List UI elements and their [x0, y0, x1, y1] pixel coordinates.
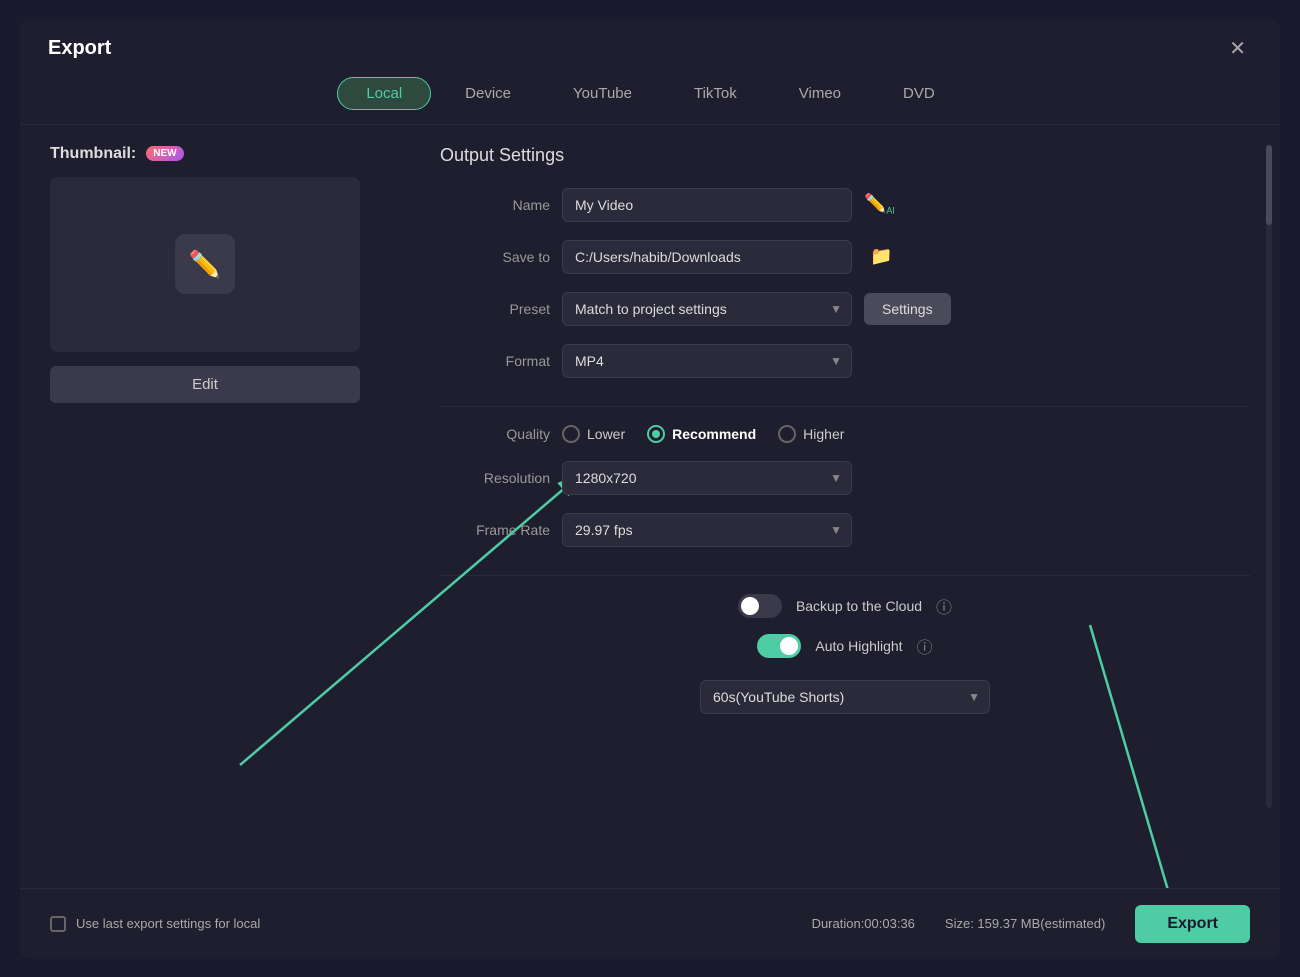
- dialog-title: Export: [48, 37, 111, 60]
- frame-rate-select[interactable]: 29.97 fps: [562, 513, 852, 547]
- close-button[interactable]: ✕: [1223, 37, 1252, 61]
- format-select[interactable]: MP4: [562, 344, 852, 378]
- backup-help-icon[interactable]: ⓘ: [936, 594, 952, 618]
- name-input[interactable]: [562, 188, 852, 222]
- last-settings-checkbox[interactable]: [50, 916, 66, 932]
- quality-higher-option[interactable]: Higher: [778, 425, 844, 443]
- tab-device[interactable]: Device: [437, 77, 539, 110]
- backup-row: Backup to the Cloud ⓘ: [440, 594, 1250, 618]
- divider-1: [440, 406, 1250, 407]
- tab-youtube[interactable]: YouTube: [545, 77, 660, 110]
- edit-button[interactable]: Edit: [50, 366, 360, 403]
- resolution-label: Resolution: [440, 470, 550, 486]
- resolution-select-wrapper: 1280x720 ▼: [562, 461, 852, 495]
- quality-lower-radio[interactable]: [562, 425, 580, 443]
- auto-highlight-row: Auto Highlight ⓘ: [440, 634, 1250, 658]
- frame-rate-row: Frame Rate 29.97 fps ▼: [440, 513, 1250, 547]
- title-bar: Export ✕: [20, 19, 1280, 71]
- format-label: Format: [440, 353, 550, 369]
- auto-highlight-label: Auto Highlight: [815, 638, 902, 654]
- thumbnail-section-label: Thumbnail: NEW: [50, 145, 184, 163]
- resolution-select[interactable]: 1280x720: [562, 461, 852, 495]
- ai-icon[interactable]: ✏️AI: [864, 193, 895, 216]
- folder-button[interactable]: 📁: [870, 246, 892, 267]
- footer: Use last export settings for local Durat…: [20, 888, 1280, 959]
- export-dialog: Export ✕ Local Device YouTube TikTok Vim…: [20, 19, 1280, 959]
- auto-highlight-toggle-knob: [780, 637, 798, 655]
- name-label: Name: [440, 197, 550, 213]
- duration-info: Duration:00:03:36: [812, 916, 915, 931]
- export-button[interactable]: Export: [1135, 905, 1250, 943]
- quality-lower-label: Lower: [587, 426, 625, 442]
- quality-higher-radio[interactable]: [778, 425, 796, 443]
- settings-button[interactable]: Settings: [864, 293, 951, 325]
- tab-local[interactable]: Local: [337, 77, 431, 110]
- divider-2: [440, 575, 1250, 576]
- tab-vimeo[interactable]: Vimeo: [771, 77, 869, 110]
- quality-row: Quality Lower Recommend Higher: [440, 425, 1250, 443]
- preset-row: Preset Match to project settings ▼ Setti…: [440, 292, 1250, 326]
- shorts-select-wrapper: 60s(YouTube Shorts) ▼: [700, 680, 990, 714]
- format-row: Format MP4 ▼: [440, 344, 1250, 378]
- auto-highlight-help-icon[interactable]: ⓘ: [917, 634, 933, 658]
- quality-recommend-option[interactable]: Recommend: [647, 425, 756, 443]
- tab-dvd[interactable]: DVD: [875, 77, 963, 110]
- backup-label: Backup to the Cloud: [796, 598, 922, 614]
- resolution-row: Resolution 1280x720 ▼: [440, 461, 1250, 495]
- tab-bar: Local Device YouTube TikTok Vimeo DVD: [20, 71, 1280, 125]
- frame-rate-select-wrapper: 29.97 fps ▼: [562, 513, 852, 547]
- quality-lower-option[interactable]: Lower: [562, 425, 625, 443]
- last-settings-label: Use last export settings for local: [76, 916, 260, 931]
- shorts-row: 60s(YouTube Shorts) ▼: [440, 680, 1250, 714]
- thumbnail-preview: ✏️: [50, 177, 360, 352]
- new-badge: NEW: [146, 146, 183, 161]
- footer-right: Duration:00:03:36 Size: 159.37 MB(estima…: [812, 905, 1250, 943]
- tab-tiktok[interactable]: TikTok: [666, 77, 765, 110]
- scrollbar-thumb: [1266, 145, 1272, 225]
- output-settings-title: Output Settings: [440, 145, 1250, 166]
- auto-highlight-toggle[interactable]: [757, 634, 801, 658]
- save-to-row: Save to C:/Users/habib/Downloads 📁: [440, 240, 1250, 274]
- quality-higher-label: Higher: [803, 426, 844, 442]
- backup-toggle-knob: [741, 597, 759, 615]
- preset-label: Preset: [440, 301, 550, 317]
- format-select-wrapper: MP4 ▼: [562, 344, 852, 378]
- quality-recommend-radio[interactable]: [647, 425, 665, 443]
- name-row: Name ✏️AI: [440, 188, 1250, 222]
- main-content: Thumbnail: NEW ✏️ Edit Output Settings N…: [20, 125, 1280, 888]
- backup-toggle[interactable]: [738, 594, 782, 618]
- preset-select-wrapper: Match to project settings ▼: [562, 292, 852, 326]
- scrollbar[interactable]: [1266, 145, 1272, 808]
- thumbnail-icon: ✏️: [175, 234, 235, 294]
- quality-label: Quality: [440, 426, 550, 442]
- save-to-input[interactable]: C:/Users/habib/Downloads: [562, 240, 852, 274]
- size-info: Size: 159.37 MB(estimated): [945, 916, 1105, 931]
- right-panel: Output Settings Name ✏️AI Save to C:/Use…: [440, 145, 1250, 868]
- preset-select[interactable]: Match to project settings: [562, 292, 852, 326]
- quality-options: Lower Recommend Higher: [562, 425, 844, 443]
- frame-rate-label: Frame Rate: [440, 522, 550, 538]
- shorts-select[interactable]: 60s(YouTube Shorts): [700, 680, 990, 714]
- quality-recommend-label: Recommend: [672, 426, 756, 442]
- save-to-label: Save to: [440, 249, 550, 265]
- footer-left: Use last export settings for local: [50, 916, 260, 932]
- left-panel: Thumbnail: NEW ✏️ Edit: [50, 145, 410, 868]
